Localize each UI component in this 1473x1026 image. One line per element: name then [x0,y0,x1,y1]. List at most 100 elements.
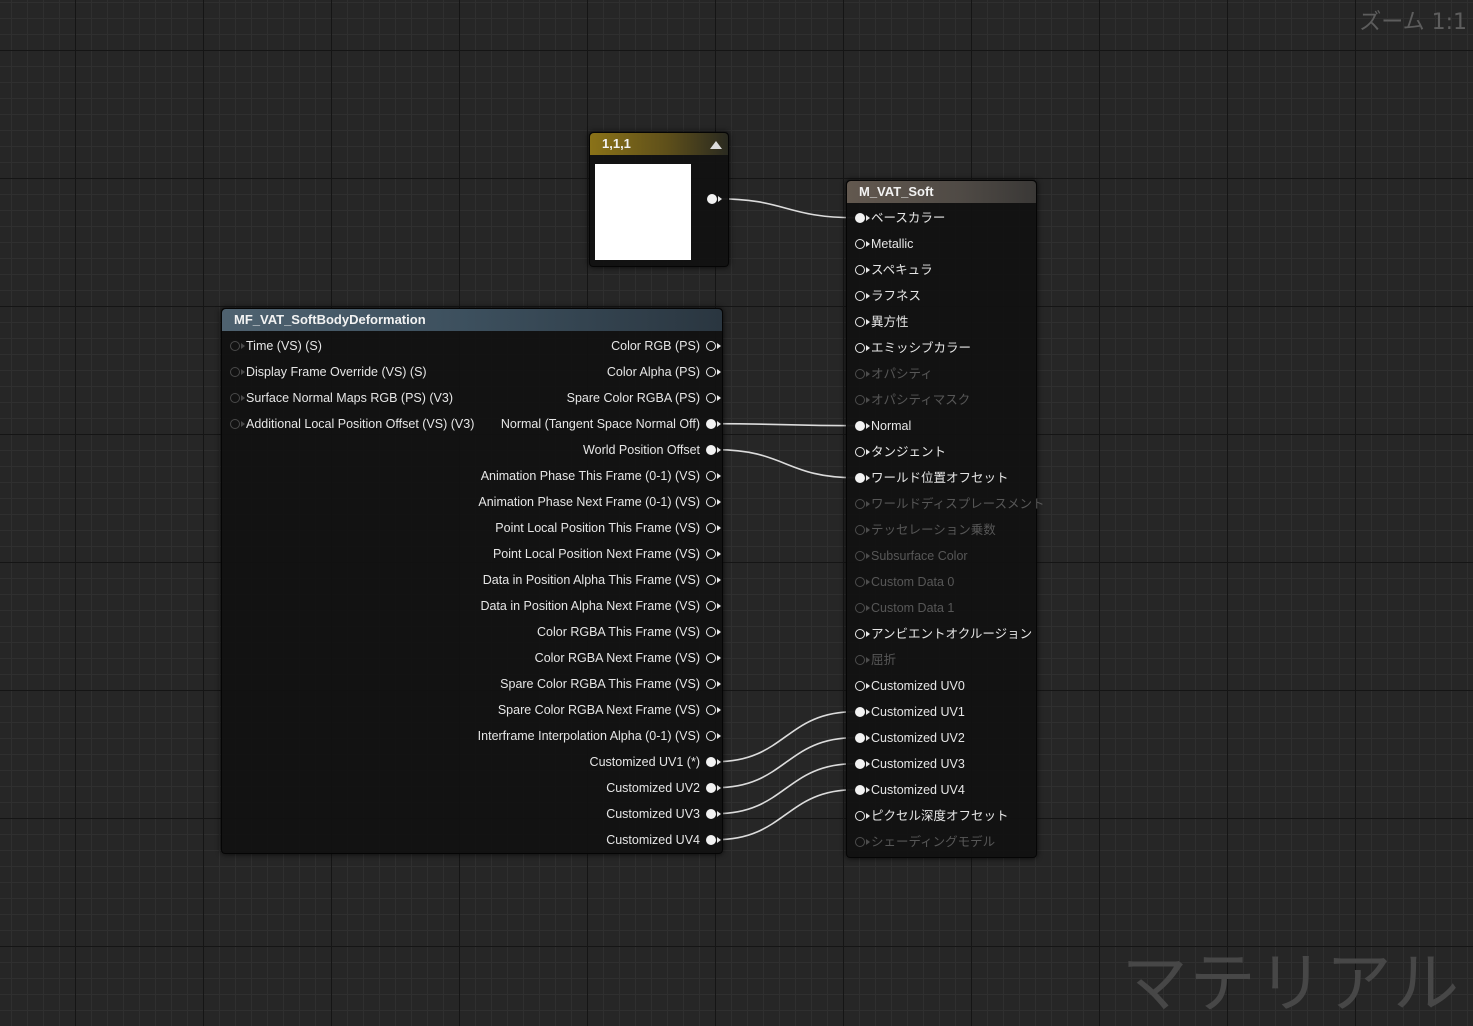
function-input-surface-normal-maps-rgb-ps-v3[interactable]: Surface Normal Maps RGB (PS) (V3) [230,384,453,410]
material-input-17[interactable]: アンビエントオクルージョン [855,620,1032,646]
input-pin[interactable] [855,784,870,795]
function-output-color-alpha-ps[interactable]: Color Alpha (PS) [607,358,721,384]
output-pin[interactable] [706,756,721,767]
material-input-19[interactable]: Customized UV0 [855,672,965,698]
wire-constant-to-base-color[interactable] [716,197,856,219]
material-function-node[interactable]: MF_VAT_SoftBodyDeformation Time (VS) (S)… [221,308,723,854]
material-input-22[interactable]: Customized UV3 [855,750,965,776]
function-output-customized-uv3[interactable]: Customized UV3 [606,800,721,826]
output-pin[interactable] [706,626,721,637]
output-pin[interactable] [706,366,721,377]
input-pin[interactable] [855,342,870,353]
function-output-point-local-position-this-frame-vs[interactable]: Point Local Position This Frame (VS) [495,514,721,540]
function-output-point-local-position-next-frame-vs[interactable]: Point Local Position Next Frame (VS) [493,540,721,566]
input-pin[interactable] [855,706,870,717]
function-node-header[interactable]: MF_VAT_SoftBodyDeformation [222,309,722,331]
material-input-5[interactable]: 異方性 [855,308,909,334]
material-graph-canvas[interactable]: ズーム 1:1 マテリアル 1,1,1 MF_VAT_SoftBodyDefor… [0,0,1473,1022]
function-output-data-in-position-alpha-next-frame-vs[interactable]: Data in Position Alpha Next Frame (VS) [480,592,721,618]
input-pin[interactable] [855,316,870,327]
material-input-6[interactable]: エミッシブカラー [855,334,971,360]
output-pin[interactable] [706,496,721,507]
input-pin[interactable] [855,420,870,431]
output-label: Color RGBA Next Frame (VS) [534,650,700,665]
function-output-spare-color-rgba-ps[interactable]: Spare Color RGBA (PS) [567,384,721,410]
function-output-interframe-interpolation-alpha-0-1-vs[interactable]: Interframe Interpolation Alpha (0-1) (VS… [478,722,721,748]
function-input-display-frame-override-vs-s[interactable]: Display Frame Override (VS) (S) [230,358,427,384]
input-pin[interactable] [855,446,870,457]
input-pin[interactable] [855,810,870,821]
output-pin[interactable] [706,444,721,455]
wire-customized-uv2[interactable] [715,736,856,789]
wire-customized-uv1[interactable] [715,710,856,763]
material-result-node[interactable]: M_VAT_Soft ベースカラー Metallic スペキュラ ラフネス 異方性 エミッ… [846,180,1045,858]
input-label: Customized UV3 [871,756,965,771]
material-input-21[interactable]: Customized UV2 [855,724,965,750]
output-label: Customized UV1 (*) [589,754,700,769]
wire-customized-uv4[interactable] [715,788,856,841]
output-pin[interactable] [706,600,721,611]
function-output-normal-tangent-space-normal-off[interactable]: Normal (Tangent Space Normal Off) [501,410,721,436]
material-input-2[interactable]: Metallic [855,230,913,256]
output-pin[interactable] [706,704,721,715]
output-pin[interactable] [706,522,721,533]
output-pin[interactable] [706,574,721,585]
input-pin[interactable] [855,680,870,691]
function-output-world-position-offset[interactable]: World Position Offset [583,436,721,462]
function-output-animation-phase-next-frame-0-1-vs[interactable]: Animation Phase Next Frame (0-1) (VS) [478,488,721,514]
output-pin[interactable] [706,834,721,845]
output-pin[interactable] [706,678,721,689]
function-output-customized-uv1[interactable]: Customized UV1 (*) [589,748,721,774]
input-pin[interactable] [230,392,245,403]
output-pin[interactable] [706,470,721,481]
material-input-3[interactable]: スペキュラ [855,256,933,282]
function-output-animation-phase-this-frame-0-1-vs[interactable]: Animation Phase This Frame (0-1) (VS) [481,462,721,488]
output-pin[interactable] [706,782,721,793]
constant3vector-node[interactable]: 1,1,1 [589,132,729,267]
input-pin[interactable] [230,418,245,429]
output-pin[interactable] [706,548,721,559]
output-pin[interactable] [706,652,721,663]
material-input-1[interactable]: ベースカラー [855,204,945,230]
function-output-color-rgb-ps[interactable]: Color RGB (PS) [611,332,721,358]
function-output-customized-uv4[interactable]: Customized UV4 [606,826,721,852]
function-output-spare-color-rgba-this-frame-vs[interactable]: Spare Color RGBA This Frame (VS) [500,670,721,696]
input-pin[interactable] [855,212,870,223]
material-input-9[interactable]: Normal [855,412,911,438]
constant-output-pin[interactable] [707,193,722,204]
input-pin[interactable] [230,366,245,377]
material-input-24[interactable]: ピクセル深度オフセット [855,802,1009,828]
constant-node-header[interactable]: 1,1,1 [590,133,728,155]
material-input-20[interactable]: Customized UV1 [855,698,965,724]
input-pin[interactable] [855,628,870,639]
input-pin[interactable] [855,758,870,769]
function-input-time-vs-s[interactable]: Time (VS) (S) [230,332,322,358]
output-pin[interactable] [706,730,721,741]
wire-customized-uv3[interactable] [715,762,856,815]
function-output-color-rgba-next-frame-vs[interactable]: Color RGBA Next Frame (VS) [534,644,721,670]
wire-world-position-offset[interactable] [715,448,856,479]
function-output-spare-color-rgba-next-frame-vs[interactable]: Spare Color RGBA Next Frame (VS) [498,696,721,722]
material-input-10[interactable]: タンジェント [855,438,946,464]
material-node-header[interactable]: M_VAT_Soft [847,181,1036,203]
input-pin[interactable] [855,732,870,743]
collapse-arrow-icon[interactable] [710,141,722,149]
input-pin[interactable] [855,238,870,249]
output-pin[interactable] [706,340,721,351]
function-output-color-rgba-this-frame-vs[interactable]: Color RGBA This Frame (VS) [537,618,721,644]
material-input-4[interactable]: ラフネス [855,282,921,308]
material-input-23[interactable]: Customized UV4 [855,776,965,802]
function-input-additional-local-position-offset-vs-v3[interactable]: Additional Local Position Offset (VS) (V… [230,410,474,436]
output-pin[interactable] [706,418,721,429]
wire-normal-tangent-space-normal-off[interactable] [715,422,856,427]
output-pin[interactable] [706,392,721,403]
input-pin[interactable] [855,472,870,483]
material-input-11[interactable]: ワールド位置オフセット [855,464,1009,490]
input-pin[interactable] [230,340,245,351]
input-pin[interactable] [855,290,870,301]
input-pin[interactable] [855,264,870,275]
output-pin[interactable] [706,808,721,819]
function-output-customized-uv2[interactable]: Customized UV2 [606,774,721,800]
function-output-data-in-position-alpha-this-frame-vs[interactable]: Data in Position Alpha This Frame (VS) [483,566,721,592]
input-label: Custom Data 1 [871,600,955,615]
